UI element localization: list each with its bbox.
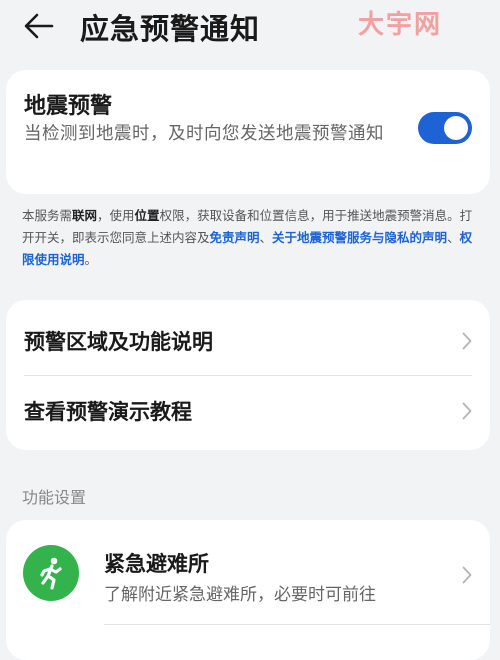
- running-person-icon: [23, 545, 79, 601]
- privacy-notice: 本服务需联网，使用位置权限，获取设备和位置信息，用于推送地震预警消息。打开开关，…: [22, 205, 480, 271]
- back-arrow-icon[interactable]: [22, 10, 58, 42]
- toggle-knob: [444, 116, 468, 140]
- earthquake-warning-description: 当检测到地震时，及时向您发送地震预警通知: [24, 124, 384, 144]
- notice-text: 本服务需: [22, 208, 73, 223]
- info-menu-card: 预警区域及功能说明 查看预警演示教程: [6, 300, 490, 450]
- emergency-shelter-title: 紧急避难所: [104, 552, 209, 576]
- emergency-shelter-description: 了解附近紧急避难所，必要时可前往: [104, 585, 376, 605]
- card-divider: [104, 624, 490, 625]
- notice-text: ，使用: [97, 208, 135, 223]
- top-app-bar: 应急预警通知 大宇网: [0, 0, 500, 56]
- notice-separator: 、: [259, 230, 273, 245]
- privacy-statement-link[interactable]: 关于地震预警服务与隐私的声明: [272, 230, 447, 245]
- chevron-right-icon: [462, 332, 472, 350]
- emergency-shelter-card[interactable]: 紧急避难所 了解附近紧急避难所，必要时可前往: [6, 520, 490, 660]
- notice-location-term: 位置: [134, 208, 160, 223]
- menu-item-demo-tutorial[interactable]: 查看预警演示教程: [6, 374, 490, 448]
- notice-network-term: 联网: [72, 208, 98, 223]
- menu-item-warning-area[interactable]: 预警区域及功能说明: [6, 304, 490, 378]
- notice-separator: 、: [447, 230, 460, 245]
- menu-item-label: 预警区域及功能说明: [24, 330, 213, 354]
- page-title: 应急预警通知: [80, 12, 261, 46]
- watermark-text: 大宇网: [357, 10, 442, 40]
- chevron-right-icon: [462, 402, 472, 420]
- menu-item-label: 查看预警演示教程: [24, 400, 192, 424]
- disclaimer-link[interactable]: 免责声明: [210, 230, 260, 245]
- earthquake-warning-toggle[interactable]: [418, 112, 472, 144]
- earthquake-warning-card: 地震预警 当检测到地震时，及时向您发送地震预警通知: [6, 70, 490, 194]
- section-title-feature-settings: 功能设置: [22, 488, 87, 507]
- earthquake-warning-title: 地震预警: [24, 94, 113, 119]
- chevron-right-icon: [462, 566, 472, 584]
- notice-end: 。: [84, 252, 98, 267]
